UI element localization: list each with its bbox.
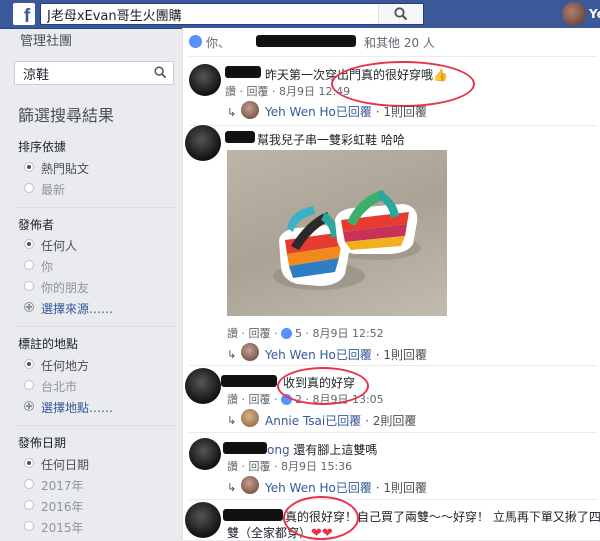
plus-circle-icon (24, 302, 34, 312)
radio-icon (24, 359, 34, 369)
redacted-names (256, 35, 356, 47)
location-heading: 標註的地點 (18, 337, 79, 351)
radio-icon (24, 260, 34, 270)
date-heading: 發佈日期 (18, 436, 67, 450)
reply-arrow-icon: ↳ (227, 414, 237, 427)
reply-arrow-icon: ↳ (227, 348, 237, 361)
search-icon (394, 7, 408, 21)
group-search-input[interactable] (23, 64, 143, 82)
radio-icon (24, 380, 34, 390)
global-search-box[interactable] (40, 3, 424, 25)
reply-summary[interactable]: Yeh Wen Ho已回覆 · 1則回覆 (265, 346, 427, 363)
avatar[interactable] (241, 409, 259, 427)
post-comments-panel: 你、 和其他 20 人 昨天第一次穿出門真的很好穿哦👍 讚 · 回覆 · 8月9… (182, 28, 600, 541)
global-search-input[interactable] (47, 5, 377, 23)
reply-summary[interactable]: Yeh Wen Ho已回覆 · 1則回覆 (265, 103, 427, 120)
comment-text: 幫我兒子串一雙彩虹鞋 哈哈 (257, 133, 405, 147)
radio-icon (24, 479, 34, 489)
reply-summary[interactable]: Yeh Wen Ho已回覆 · 1則回覆 (265, 479, 427, 496)
divider (189, 125, 597, 126)
divider (14, 326, 176, 327)
filter-sidebar: 管理社團 篩選搜尋結果 排序依據 熱門貼文 最新 發佈者 任何人 你 你的朋友 … (0, 28, 182, 540)
red-annotation-circle (277, 367, 369, 405)
sort-heading: 排序依據 (18, 140, 67, 154)
thumbs-up-icon (189, 35, 202, 48)
avatar (562, 2, 586, 26)
radio-icon (24, 281, 34, 291)
sandals-illustration (273, 190, 421, 290)
plus-circle-icon (24, 401, 34, 411)
radio-icon (24, 458, 34, 468)
profile-name: Ye (589, 7, 600, 21)
divider (14, 425, 176, 426)
facebook-logo-icon[interactable]: f (13, 3, 35, 25)
redacted-name (225, 131, 255, 143)
comment-actions[interactable]: 讚 · 回覆 · 5 · 8月9日 12:52 (227, 325, 384, 341)
avatar[interactable] (185, 502, 221, 538)
reply-arrow-icon: ↳ (227, 106, 237, 119)
top-navigation-bar: f Ye (0, 0, 600, 29)
group-search-box[interactable] (14, 61, 174, 85)
divider (189, 365, 597, 366)
redacted-name (225, 66, 261, 78)
radio-icon (24, 521, 34, 531)
avatar[interactable] (241, 476, 259, 494)
divider (189, 56, 597, 57)
avatar[interactable] (189, 438, 221, 470)
avatar[interactable] (189, 64, 221, 96)
search-button[interactable] (378, 4, 423, 24)
red-annotation-circle (331, 61, 475, 107)
reply-arrow-icon: ↳ (227, 481, 237, 494)
radio-icon (24, 239, 34, 249)
thumbs-up-icon (280, 328, 292, 339)
radio-icon (24, 162, 34, 172)
redacted-name (223, 509, 283, 521)
divider (189, 432, 597, 433)
avatar[interactable] (185, 368, 221, 404)
comment-text: ong 還有腳上這雙嗎 (267, 443, 378, 457)
radio-icon (24, 183, 34, 193)
radio-icon (24, 500, 34, 510)
sandals-photo[interactable] (227, 150, 447, 316)
poster-heading: 發佈者 (18, 218, 55, 232)
avatar[interactable] (241, 343, 259, 361)
redacted-name (221, 375, 277, 387)
avatar[interactable] (185, 125, 221, 161)
manage-group-link[interactable]: 管理社團 (20, 30, 72, 49)
red-annotation-circle (283, 496, 359, 540)
search-icon[interactable] (154, 66, 167, 79)
redacted-name (223, 442, 267, 454)
divider (189, 499, 597, 500)
reply-summary[interactable]: Annie Tsai已回覆 · 2則回覆 (265, 412, 416, 429)
divider (14, 207, 176, 208)
comment-actions[interactable]: 讚 · 回覆 · 8月9日 15:36 (227, 458, 352, 474)
avatar[interactable] (241, 101, 259, 119)
filter-results-title: 篩選搜尋結果 (18, 106, 115, 125)
